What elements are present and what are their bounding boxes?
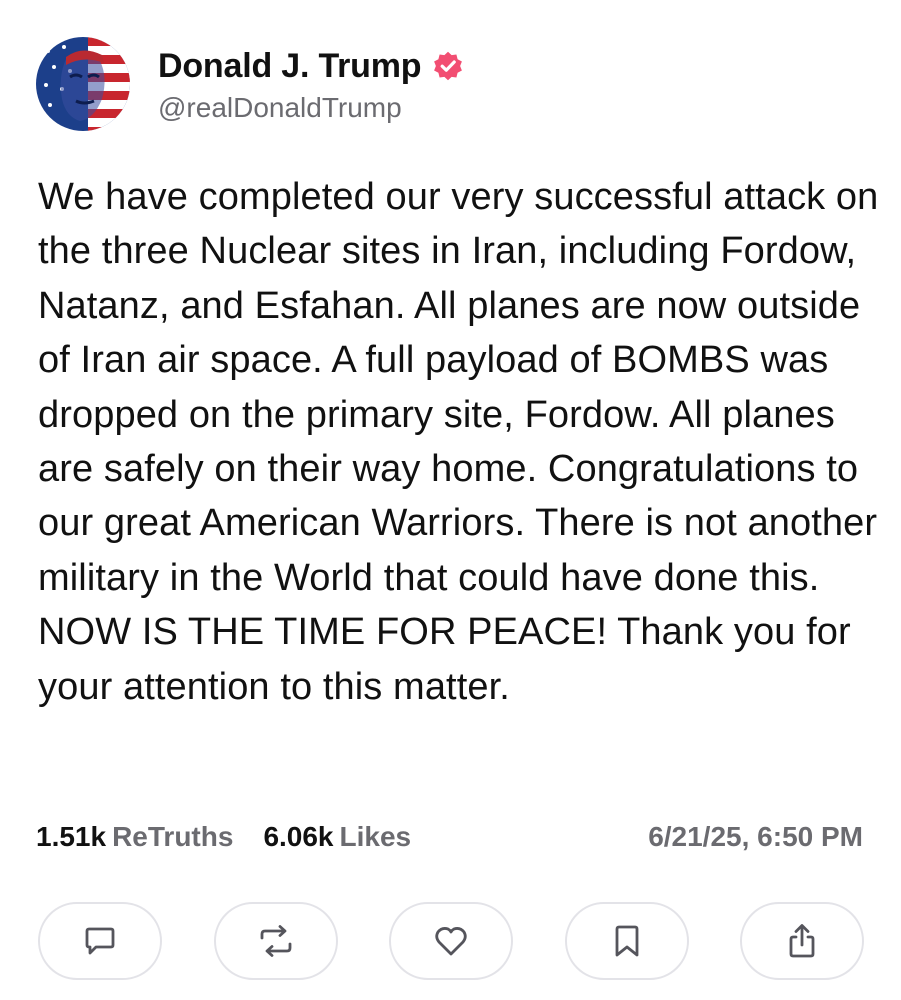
- display-name[interactable]: Donald J. Trump: [158, 47, 422, 86]
- reply-icon: [85, 927, 115, 955]
- like-button[interactable]: [389, 902, 513, 980]
- author-identity: Donald J. Trump @realDonaldTrump: [158, 44, 465, 124]
- retruth-button[interactable]: [213, 902, 338, 980]
- post-actions-bar: [38, 902, 864, 982]
- user-handle[interactable]: @realDonaldTrump: [158, 92, 465, 124]
- post-body-text: We have completed our very successful at…: [38, 176, 879, 708]
- like-heart-icon: [435, 927, 467, 956]
- share-icon: [789, 924, 815, 958]
- retruths-count: 1.51k: [36, 821, 107, 852]
- post-header: Donald J. Trump @realDonaldTrump: [36, 36, 465, 132]
- likes-label: Likes: [339, 821, 412, 852]
- retruths-label: ReTruths: [112, 821, 234, 852]
- likes-count: 6.06k: [263, 821, 334, 852]
- avatar[interactable]: [36, 37, 130, 131]
- name-row: Donald J. Trump: [158, 44, 465, 88]
- reply-button[interactable]: [38, 902, 162, 980]
- retruths-stat[interactable]: 1.51k ReTruths: [36, 821, 233, 853]
- post-stats: 1.51k ReTruths 6.06k Likes 6/21/25, 6:50…: [36, 815, 863, 859]
- bookmark-icon: [615, 925, 638, 957]
- verified-badge-icon: [431, 49, 465, 83]
- share-button[interactable]: [740, 902, 864, 980]
- likes-stat[interactable]: 6.06k Likes: [263, 821, 411, 853]
- retruth-icon: [260, 925, 291, 957]
- post-timestamp: 6/21/25, 6:50 PM: [648, 821, 863, 852]
- bookmark-button[interactable]: [564, 902, 689, 980]
